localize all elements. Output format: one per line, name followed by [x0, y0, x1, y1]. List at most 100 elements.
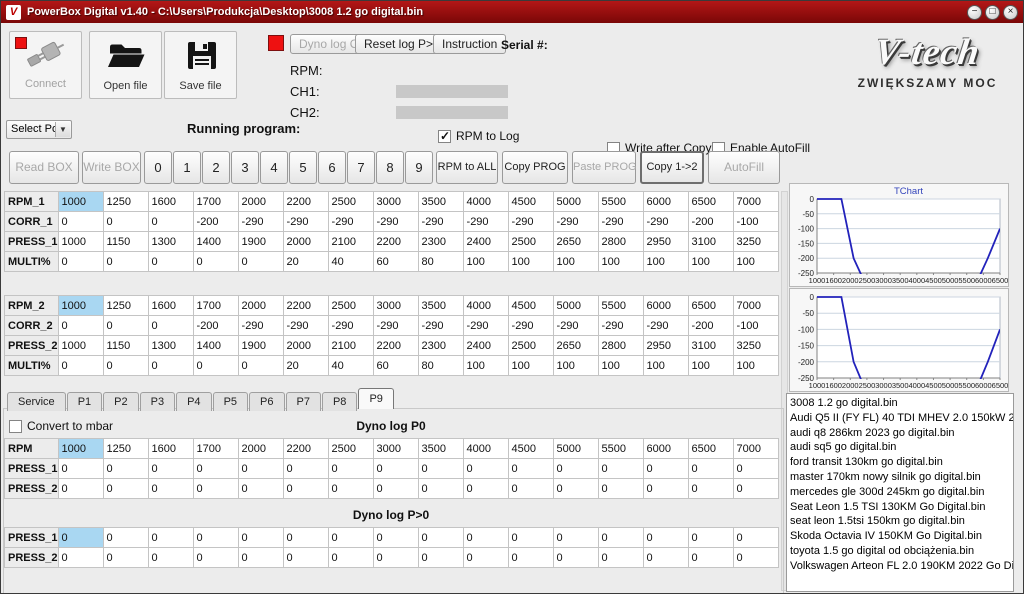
value-cell[interactable]: 0 [103, 356, 148, 376]
value-cell[interactable]: 0 [598, 528, 643, 548]
value-cell[interactable]: 0 [103, 316, 148, 336]
value-cell[interactable]: 0 [688, 479, 733, 499]
value-cell[interactable]: 0 [58, 356, 103, 376]
value-cell[interactable]: -290 [463, 212, 508, 232]
value-cell[interactable]: 1400 [193, 232, 238, 252]
value-cell[interactable]: 20 [283, 252, 328, 272]
value-cell[interactable]: 6500 [688, 192, 733, 212]
open-file-button[interactable]: Open file [89, 31, 162, 99]
value-cell[interactable]: -200 [688, 212, 733, 232]
value-cell[interactable]: -290 [238, 212, 283, 232]
value-cell[interactable]: 100 [463, 252, 508, 272]
value-cell[interactable]: 0 [238, 459, 283, 479]
value-cell[interactable]: 2650 [553, 336, 598, 356]
value-cell[interactable]: 0 [553, 479, 598, 499]
value-cell[interactable]: 1250 [103, 439, 148, 459]
value-cell[interactable]: -200 [193, 316, 238, 336]
value-cell[interactable]: 6000 [643, 192, 688, 212]
value-cell[interactable]: -290 [373, 212, 418, 232]
value-cell[interactable]: 1000 [58, 439, 103, 459]
value-cell[interactable]: 1400 [193, 336, 238, 356]
value-cell[interactable]: 3100 [688, 232, 733, 252]
value-cell[interactable]: 0 [58, 316, 103, 336]
value-cell[interactable]: 1700 [193, 192, 238, 212]
value-cell[interactable]: -290 [328, 316, 373, 336]
copy-1-to-2-button[interactable]: Copy 1->2 [640, 151, 704, 184]
value-cell[interactable]: -290 [598, 316, 643, 336]
value-cell[interactable]: 7000 [733, 296, 778, 316]
value-cell[interactable]: 0 [193, 548, 238, 568]
value-cell[interactable]: 0 [148, 528, 193, 548]
digit-button-2[interactable]: 2 [202, 151, 230, 184]
value-cell[interactable]: 0 [733, 528, 778, 548]
value-cell[interactable]: 100 [643, 356, 688, 376]
tab-p3[interactable]: P3 [140, 392, 175, 411]
value-cell[interactable]: 0 [238, 356, 283, 376]
digit-button-6[interactable]: 6 [318, 151, 346, 184]
value-cell[interactable]: -290 [598, 212, 643, 232]
tab-p7[interactable]: P7 [286, 392, 321, 411]
value-cell[interactable]: 100 [733, 356, 778, 376]
value-cell[interactable]: 3000 [373, 439, 418, 459]
value-cell[interactable]: 4500 [508, 439, 553, 459]
file-item[interactable]: master 170km nowy silnik go digital.bin [790, 470, 1013, 485]
value-cell[interactable]: 0 [688, 528, 733, 548]
value-cell[interactable]: 0 [193, 479, 238, 499]
value-cell[interactable]: 6000 [643, 439, 688, 459]
file-item[interactable]: toyota 1.5 go digital od obciążenia.bin [790, 544, 1013, 559]
value-cell[interactable]: -100 [733, 212, 778, 232]
value-cell[interactable]: 7000 [733, 439, 778, 459]
value-cell[interactable]: 3250 [733, 336, 778, 356]
value-cell[interactable]: 0 [238, 548, 283, 568]
minimize-button[interactable]: − [967, 5, 982, 20]
value-cell[interactable]: 0 [643, 459, 688, 479]
value-cell[interactable]: -290 [418, 316, 463, 336]
value-cell[interactable]: 2500 [328, 296, 373, 316]
value-cell[interactable]: 60 [373, 252, 418, 272]
value-cell[interactable]: 6500 [688, 296, 733, 316]
value-cell[interactable]: 2200 [283, 439, 328, 459]
value-cell[interactable]: 0 [328, 459, 373, 479]
value-cell[interactable]: 0 [463, 459, 508, 479]
value-cell[interactable]: 1900 [238, 336, 283, 356]
instruction-button[interactable]: Instruction [433, 34, 506, 54]
value-cell[interactable]: -290 [553, 212, 598, 232]
value-cell[interactable]: 100 [643, 252, 688, 272]
value-cell[interactable]: -290 [508, 212, 553, 232]
value-cell[interactable]: 1900 [238, 232, 283, 252]
value-cell[interactable]: 0 [148, 212, 193, 232]
value-cell[interactable]: 1600 [148, 192, 193, 212]
value-cell[interactable]: 3000 [373, 192, 418, 212]
value-cell[interactable]: 0 [508, 528, 553, 548]
value-cell[interactable]: 5500 [598, 192, 643, 212]
file-item[interactable]: Skoda Octavia IV 150KM Go Digital.bin [790, 529, 1013, 544]
value-cell[interactable]: 100 [463, 356, 508, 376]
value-cell[interactable]: 1250 [103, 192, 148, 212]
value-cell[interactable]: 0 [193, 252, 238, 272]
value-cell[interactable]: 0 [508, 548, 553, 568]
value-cell[interactable]: 2500 [328, 192, 373, 212]
paste-prog-button[interactable]: Paste PROG [572, 151, 636, 184]
value-cell[interactable]: 0 [103, 528, 148, 548]
value-cell[interactable]: 4000 [463, 296, 508, 316]
chevron-down-icon[interactable]: ▼ [55, 122, 70, 137]
value-cell[interactable]: 0 [643, 528, 688, 548]
value-cell[interactable]: 1600 [148, 439, 193, 459]
digit-button-5[interactable]: 5 [289, 151, 317, 184]
digit-button-0[interactable]: 0 [144, 151, 172, 184]
value-cell[interactable]: 0 [373, 479, 418, 499]
value-cell[interactable]: -290 [463, 316, 508, 336]
connect-button[interactable]: Connect [9, 31, 82, 99]
value-cell[interactable]: 0 [58, 212, 103, 232]
value-cell[interactable]: 0 [103, 252, 148, 272]
value-cell[interactable]: 0 [463, 548, 508, 568]
value-cell[interactable]: 2100 [328, 336, 373, 356]
value-cell[interactable]: 4500 [508, 192, 553, 212]
value-cell[interactable]: 100 [553, 356, 598, 376]
value-cell[interactable]: 0 [148, 356, 193, 376]
value-cell[interactable]: 2200 [283, 192, 328, 212]
value-cell[interactable]: 0 [58, 548, 103, 568]
value-cell[interactable]: 2000 [283, 336, 328, 356]
value-cell[interactable]: 0 [148, 479, 193, 499]
value-cell[interactable]: 5000 [553, 439, 598, 459]
